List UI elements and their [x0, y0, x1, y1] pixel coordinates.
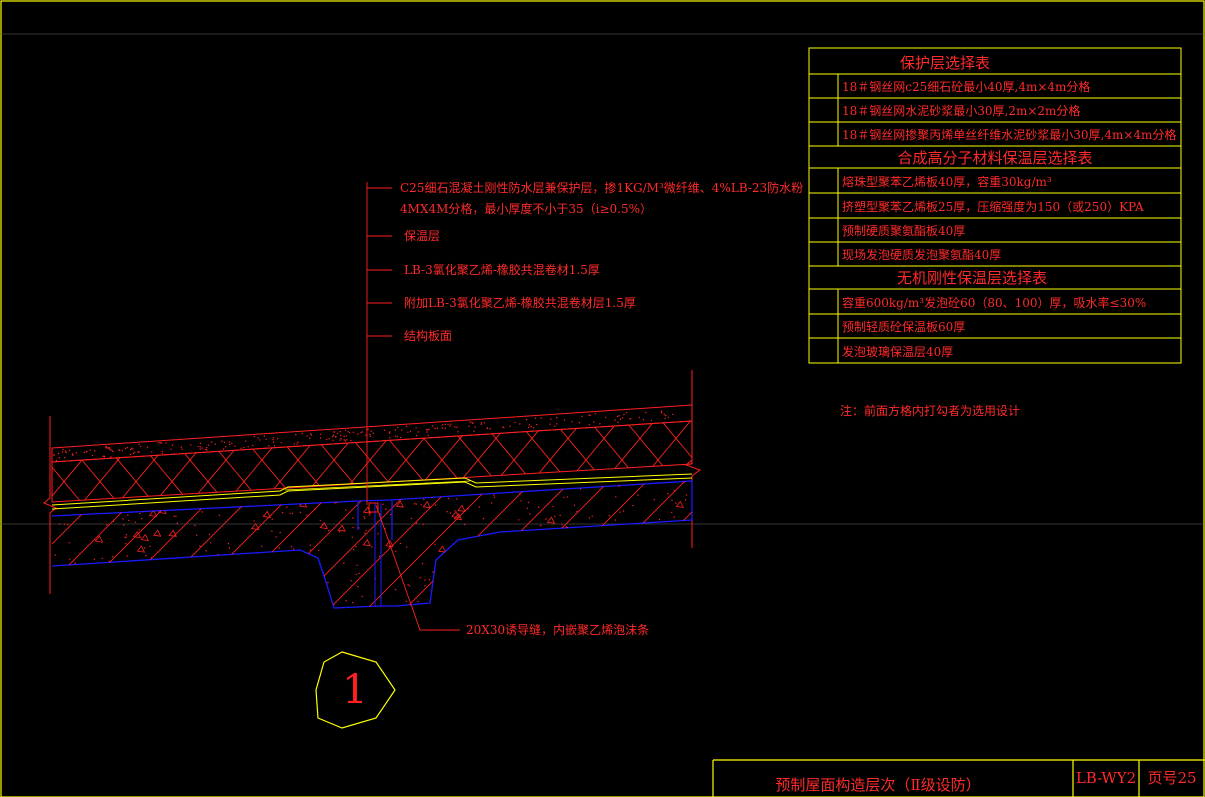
- insulation-layer: [51, 420, 693, 503]
- inorganic-row-2: 预制轻质砼保温板60厚: [842, 320, 965, 334]
- inorganic-row-3: 发泡玻璃保温层40厚: [842, 344, 953, 359]
- roof-section: [43, 182, 702, 631]
- callout-structural-slab: 结构板面: [404, 328, 452, 343]
- detail-marker: 1: [315, 651, 396, 729]
- waterproof-membrane: [51, 473, 693, 510]
- callout-insulation: 保温层: [404, 229, 440, 243]
- polymer-row-2: 挤塑型聚苯乙烯板25厚，压缩强度为150（或250）KPA: [842, 199, 1144, 214]
- callout-extra-membrane: 附加LB-3氯化聚乙烯-橡胶共混卷材层1.5厚: [404, 295, 636, 310]
- callout-membrane: LB-3氯化聚乙烯-橡胶共混卷材1.5厚: [404, 262, 600, 277]
- callout-protective-layer: C25细石混凝土刚性防水层兼保护层，掺1KG/M³微纤维、4%LB-23防水粉: [400, 180, 803, 195]
- detail-number: 1: [342, 667, 367, 713]
- callout-protective-layer-2: 4MX4M分格，最小厚度不小于35（i≥0.5%）: [400, 201, 652, 216]
- drawing-frame: [0, 0, 1205, 797]
- cad-drawing-canvas: C25细石混凝土刚性防水层兼保护层，掺1KG/M³微纤维、4%LB-23防水粉 …: [0, 0, 1205, 797]
- callout-joint: 20X30诱导缝，内嵌聚乙烯泡沫条: [466, 622, 649, 637]
- inorganic-table-title: 无机刚性保温层选择表: [897, 269, 1047, 287]
- drawing-code: LB-WY2: [1076, 769, 1136, 787]
- protection-row-2: 18＃钢丝网水泥砂浆最小30厚,2m×2m分格: [842, 103, 1080, 118]
- polymer-row-1: 熔珠型聚苯乙烯板40厚，容重30kg/m³: [842, 174, 1052, 189]
- polymer-table-title: 合成高分子材料保温层选择表: [897, 149, 1092, 167]
- protective-layer: [51, 404, 693, 463]
- inorganic-row-1: 容重600kg/m³发泡砼60（80、100）厚，吸水率≤30%: [842, 295, 1146, 310]
- polymer-row-3: 预制硬质聚氨酯板40厚: [842, 224, 965, 238]
- drawing-title: 预制屋面构造层次（Ⅱ级设防）: [775, 776, 980, 794]
- polymer-row-4: 现场发泡硬质发泡聚氨酯40厚: [842, 247, 1001, 262]
- protection-table-title: 保护层选择表: [900, 54, 990, 72]
- selection-note: 注：前面方格内打勾者为选用设计: [840, 403, 1020, 418]
- protection-row-1: 18＃钢丝网c25细石砼最小40厚,4m×4m分格: [842, 79, 1090, 94]
- protection-row-3: 18＃钢丝网掺聚丙烯单丝纤维水泥砂浆最小30厚,4m×4m分格: [842, 127, 1176, 142]
- page-number: 页号25: [1147, 769, 1196, 787]
